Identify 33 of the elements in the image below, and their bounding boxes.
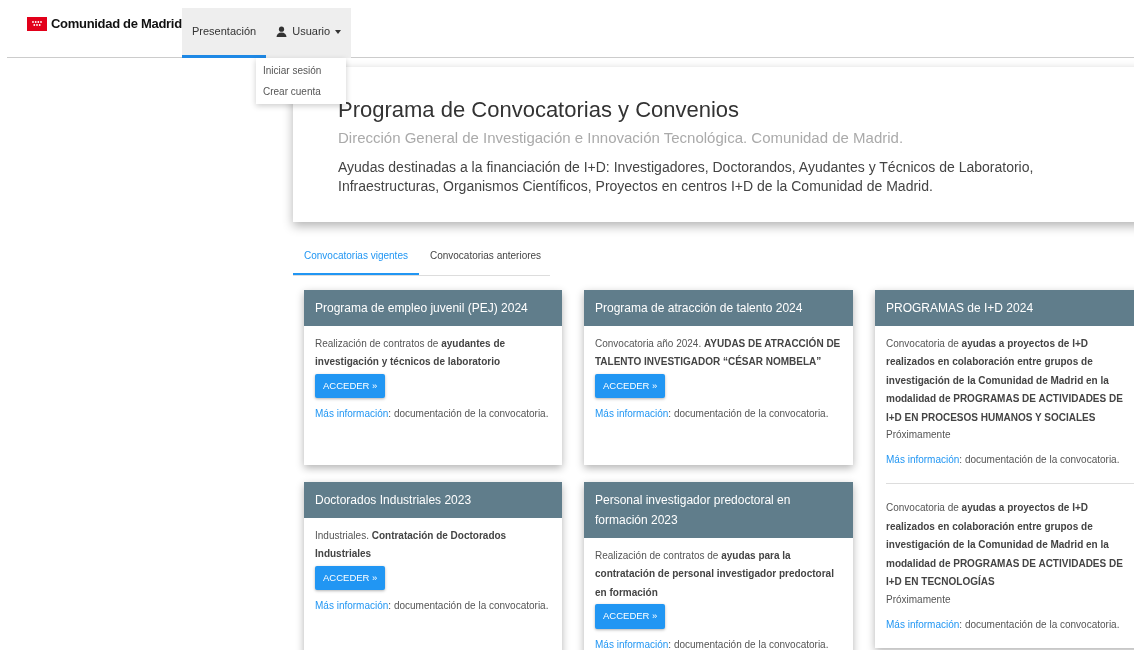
- status-text: Próximamente: [886, 428, 952, 443]
- more-info-text: Más información: documentación de la convocatoria.: [595, 407, 830, 422]
- tab[interactable]: Convocatorias vigentes: [293, 237, 419, 275]
- card-description: Convocatoria año 2024. AYUDAS DE ATRACCIÓN DE TALENTO INVESTIGADOR “CÉSAR NOMBELA”: [595, 336, 842, 370]
- more-info-text: Más información: documentación de la convocatoria.: [315, 407, 550, 422]
- user-icon: [276, 26, 288, 37]
- card-description: Industriales. Contratación de Doctorados Industriales: [315, 528, 508, 562]
- more-info-text: Más información: documentación de la convocatoria.: [595, 637, 830, 650]
- card-description: Convocatoria de ayudas a proyectos de I+D realizados en colaboración entre grupos de investigación de la Comunidad de Madrid en la modalidad de PROGRAMAS DE ACTIVIDADES DE I+D EN PROCESOS HUMANOS Y SOCIALES: [886, 336, 1124, 425]
- access-button[interactable]: ACCEDER »: [315, 373, 386, 399]
- card-title: Programa de empleo juvenil (PEJ) 2024: [304, 289, 562, 326]
- more-info-text: Más información: documentación de la convocatoria.: [886, 617, 1121, 632]
- card-description: Realización de contratos de ayudas para la contratación de personal investigador predoctoral en formación: [595, 548, 835, 600]
- card-description: Realización de contratos de ayudantes de investigación y técnicos de laboratorio: [315, 336, 507, 370]
- flag-logo-icon: [27, 16, 47, 31]
- card-description: Convocatoria de ayudas a proyectos de I+D realizados en colaboración entre grupos de investigación de la Comunidad de Madrid en la modalidad de PROGRAMAS DE ACTIVIDADES DE I+D EN TECNOLOGÍAS: [886, 501, 1124, 590]
- card-title: PROGRAMAS de I+D 2024: [875, 289, 1134, 326]
- tab[interactable]: Convocatorias anteriores: [418, 237, 553, 275]
- card-title: Programa de atracción de talento 2024: [584, 289, 853, 326]
- status-text: Próximamente: [886, 592, 952, 607]
- access-button[interactable]: ACCEDER »: [595, 604, 666, 629]
- access-button[interactable]: ACCEDER »: [595, 373, 666, 399]
- menu-item[interactable]: Iniciar sesión: [256, 60, 346, 81]
- more-info-text: Más información: documentación de la convocatoria.: [886, 453, 1121, 468]
- page-description: Ayudas destinadas a la financiación de I+D: Investigadores, Doctorandos, Ayudantes y Técnicos de Laboratorio, Infraestructuras, Organismos Científicos, Proyectos en centros I+D de la Comunidad de Madrid.: [338, 157, 1035, 196]
- page-subtitle: Dirección General de Investigación e Innovación Tecnológica. Comunidad de Madrid.: [338, 128, 905, 149]
- card-title: Personal investigador predoctoral en formación 2023: [584, 481, 853, 538]
- access-button[interactable]: ACCEDER »: [315, 565, 386, 591]
- card-title: Doctorados Industriales 2023: [304, 481, 562, 518]
- user-menu[interactable]: Usuario: [266, 8, 352, 58]
- brand-name: Comunidad de Madrid: [51, 15, 182, 33]
- caret-icon: [335, 29, 342, 34]
- more-info-text: Más información: documentación de la convocatoria.: [315, 599, 550, 614]
